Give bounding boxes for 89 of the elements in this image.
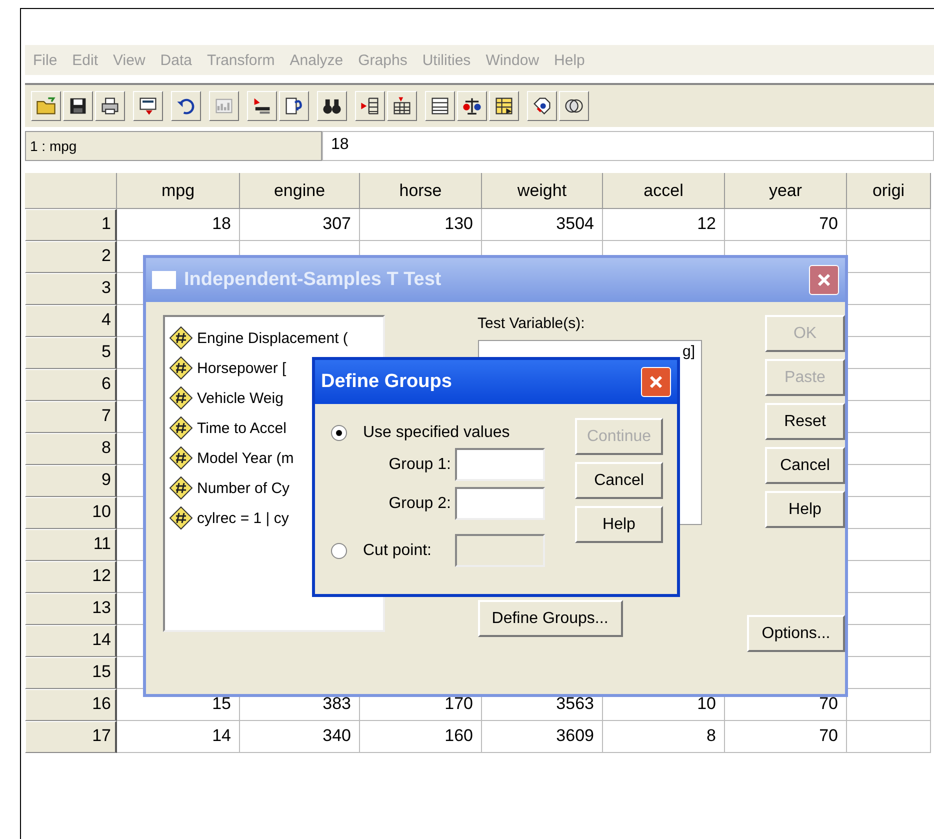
numeric-variable-icon	[169, 386, 193, 410]
row-header[interactable]: 1	[25, 209, 117, 241]
column-header[interactable]: weight	[482, 173, 603, 209]
variable-item[interactable]: Number of Cy	[197, 480, 290, 496]
undo-icon[interactable]	[171, 91, 201, 121]
close-icon	[816, 272, 832, 288]
variable-item[interactable]: Vehicle Weig	[197, 390, 284, 406]
table-cell: 70	[725, 209, 847, 241]
table-cell: 3609	[482, 721, 603, 753]
row-header[interactable]: 6	[25, 369, 117, 401]
scale-icon[interactable]	[457, 91, 487, 121]
table-cell: 70	[725, 721, 847, 753]
row-header[interactable]: 7	[25, 401, 117, 433]
insert-case-icon[interactable]	[355, 91, 385, 121]
table-cell: 12	[603, 209, 725, 241]
numeric-variable-icon	[169, 446, 193, 470]
numeric-variable-icon	[169, 476, 193, 500]
numeric-variable-icon	[169, 506, 193, 530]
row-header[interactable]: 16	[25, 689, 117, 721]
table-cell: 160	[360, 721, 482, 753]
radio-button[interactable]	[331, 425, 347, 441]
row-header[interactable]: 2	[25, 241, 117, 273]
variable-info-icon[interactable]	[279, 91, 309, 121]
tag-icon[interactable]	[527, 91, 557, 121]
save-icon[interactable]	[63, 91, 93, 121]
printer-icon[interactable]	[95, 91, 125, 121]
test-variables-label: Test Variable(s):	[478, 315, 586, 334]
variable-item[interactable]: Horsepower [	[197, 360, 286, 376]
table-cell: 14	[117, 721, 240, 753]
row-header[interactable]: 11	[25, 529, 117, 561]
table-cell: 3504	[482, 209, 603, 241]
column-header[interactable]: horse	[360, 173, 482, 209]
define-groups-button[interactable]: Define Groups...	[478, 600, 623, 637]
numeric-variable-icon	[169, 326, 193, 350]
column-header[interactable]: year	[725, 173, 847, 209]
numeric-variable-icon	[169, 416, 193, 440]
input-field[interactable]	[455, 448, 545, 481]
close-button[interactable]	[641, 367, 671, 397]
dialog-button[interactable]: Cancel	[575, 462, 663, 499]
split-file-icon[interactable]	[425, 91, 455, 121]
window-icon	[152, 271, 176, 289]
dialog-button[interactable]: Help	[765, 491, 845, 528]
row-header[interactable]: 5	[25, 337, 117, 369]
row-header[interactable]: 4	[25, 305, 117, 337]
table-cell: 340	[240, 721, 360, 753]
row-header[interactable]: 15	[25, 657, 117, 689]
goto-case-icon[interactable]	[247, 91, 277, 121]
dialog-icon[interactable]	[133, 91, 163, 121]
column-header[interactable]: origi	[847, 173, 931, 209]
circles-icon[interactable]	[559, 91, 589, 121]
variable-item[interactable]: cylrec = 1 | cy	[197, 510, 289, 526]
dialog-button[interactable]: Reset	[765, 403, 845, 440]
row-header[interactable]: 17	[25, 721, 117, 753]
options-button[interactable]: Options...	[747, 615, 845, 652]
numeric-variable-icon	[169, 356, 193, 380]
folder-icon[interactable]	[31, 91, 61, 121]
column-header[interactable]: accel	[603, 173, 725, 209]
cell-reference: 1 : mpg	[25, 131, 322, 161]
insert-variable-icon[interactable]	[387, 91, 417, 121]
cell-value-field[interactable]: 18	[322, 131, 934, 161]
radio-button[interactable]	[331, 542, 347, 558]
dialog-button[interactable]: Help	[575, 506, 663, 543]
variable-item[interactable]: Time to Accel	[197, 420, 286, 436]
variable-item[interactable]: g]	[682, 343, 695, 360]
row-header[interactable]: 8	[25, 433, 117, 465]
row-header[interactable]: 9	[25, 465, 117, 497]
row-header[interactable]: 13	[25, 593, 117, 625]
variable-item[interactable]: Engine Displacement (	[197, 330, 348, 346]
table-cell: 8	[603, 721, 725, 753]
field-label: Group 2:	[388, 494, 451, 512]
row-header[interactable]: 10	[25, 497, 117, 529]
row-header[interactable]: 3	[25, 273, 117, 305]
binoculars-icon[interactable]	[317, 91, 347, 121]
row-header[interactable]: 12	[25, 561, 117, 593]
dialog-button[interactable]: Cancel	[765, 447, 845, 484]
field-label: Group 1:	[388, 456, 451, 474]
table-cell: 130	[360, 209, 482, 241]
dialog-title: Independent-Samples T Test	[184, 269, 442, 291]
table-cell: 307	[240, 209, 360, 241]
select-cases-icon[interactable]	[489, 91, 519, 121]
column-header[interactable]: mpg	[117, 173, 240, 209]
chart-icon[interactable]	[209, 91, 239, 121]
variable-item[interactable]: Model Year (m	[197, 450, 294, 466]
close-button[interactable]	[809, 265, 839, 295]
column-header[interactable]: engine	[240, 173, 360, 209]
row-header[interactable]: 14	[25, 625, 117, 657]
close-icon	[648, 374, 664, 390]
table-cell: 18	[117, 209, 240, 241]
input-field[interactable]	[455, 487, 545, 520]
